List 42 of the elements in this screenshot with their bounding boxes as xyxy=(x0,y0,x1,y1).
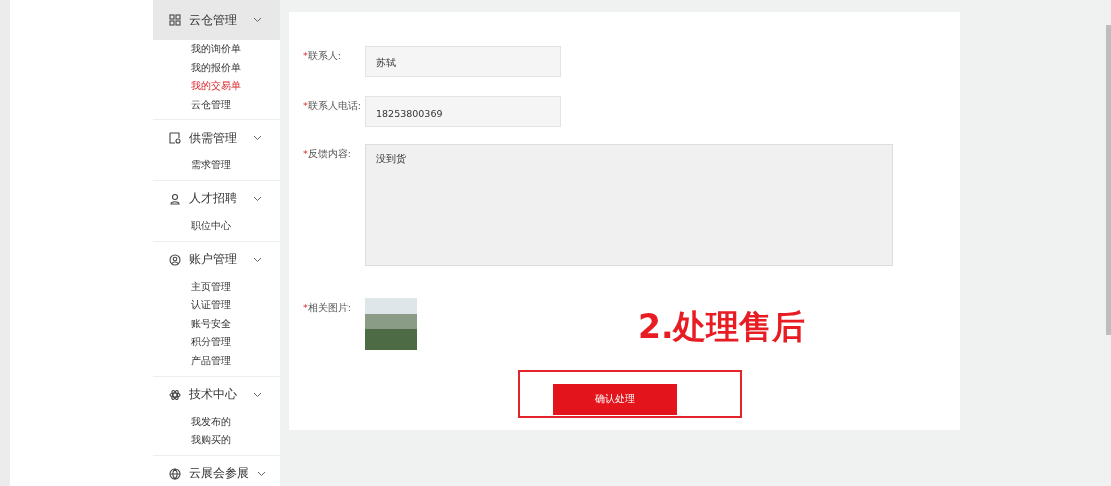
user-circle-icon xyxy=(169,253,181,266)
person-icon xyxy=(169,192,181,205)
sidebar-item[interactable]: 我的交易单 xyxy=(153,77,241,96)
atom-icon xyxy=(169,388,181,401)
input-field[interactable]: 18253800369 xyxy=(365,96,561,127)
grid-icon xyxy=(169,14,181,26)
sidebar-item[interactable]: 账号安全 xyxy=(153,314,231,334)
sidebar-group-header[interactable]: 云展会参展 xyxy=(153,455,280,486)
field-label: *联系人: xyxy=(303,49,342,63)
sidebar-group-header[interactable]: 供需管理 xyxy=(153,120,280,157)
photo-placeholder xyxy=(365,298,417,350)
text-area[interactable]: 没到货 xyxy=(365,144,893,266)
chevron-down-icon xyxy=(253,17,262,23)
scrollbar-thumb[interactable] xyxy=(1106,25,1111,335)
chevron-down-icon xyxy=(257,470,266,477)
annotation-text: 2.处理售后 xyxy=(638,306,806,348)
sidebar-item[interactable]: 云仓管理 xyxy=(153,95,231,115)
sidebar-item[interactable]: 主页管理 xyxy=(153,277,231,297)
sidebar-item[interactable]: 我的询价单 xyxy=(153,40,241,59)
sidebar-group-header[interactable]: 人才招聘 xyxy=(153,180,280,217)
field-label: *联系人电话: xyxy=(303,99,362,113)
sidebar-group-header[interactable]: 技术中心 xyxy=(153,376,280,413)
confirm-button[interactable]: 确认处理 xyxy=(552,384,677,415)
input-field[interactable]: 苏轼 xyxy=(365,46,561,77)
sidebar-item[interactable]: 我发布的 xyxy=(153,412,231,432)
sidebar-group-header[interactable]: 账户管理 xyxy=(153,241,280,278)
globe-icon xyxy=(169,467,181,480)
field-label: *反馈内容: xyxy=(303,147,352,161)
chevron-down-icon xyxy=(253,195,262,202)
sidebar-item[interactable]: 职位中心 xyxy=(153,216,231,236)
document-icon xyxy=(169,132,181,145)
chevron-down-icon xyxy=(253,256,262,263)
sidebar-item[interactable]: 需求管理 xyxy=(153,156,231,175)
sidebar-group-header[interactable]: 云仓管理 xyxy=(153,0,280,40)
chevron-down-icon xyxy=(253,135,262,142)
chevron-down-icon xyxy=(253,391,262,398)
sidebar-item[interactable]: 积分管理 xyxy=(153,333,231,352)
field-label: *相关图片: xyxy=(303,301,352,315)
sidebar-item[interactable]: 我的报价单 xyxy=(153,58,241,78)
sidebar-item[interactable]: 产品管理 xyxy=(153,351,231,371)
sidebar-item[interactable]: 我购买的 xyxy=(153,431,231,450)
sidebar-item[interactable]: 认证管理 xyxy=(153,296,231,315)
